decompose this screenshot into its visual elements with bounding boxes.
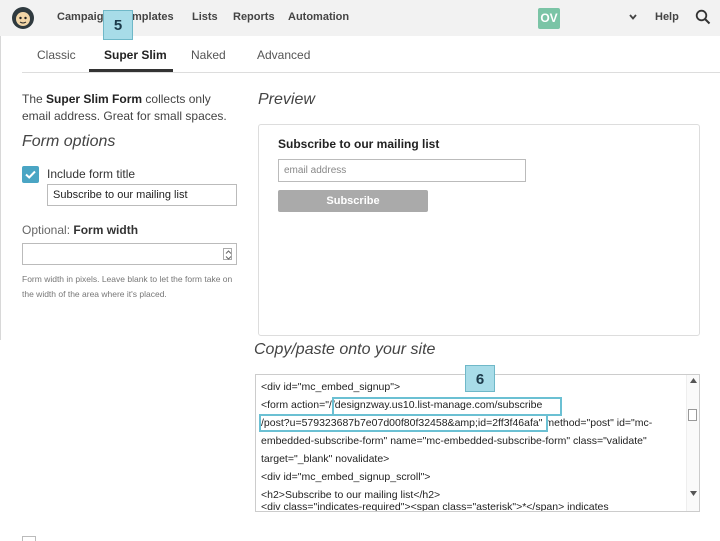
step-badge-6: 6 bbox=[465, 365, 495, 392]
preview-form-title: Subscribe to our mailing list bbox=[278, 137, 440, 151]
embed-code-textarea[interactable]: <div id="mc_embed_signup"> <form action=… bbox=[255, 374, 700, 512]
search-icon[interactable] bbox=[695, 9, 711, 25]
chevron-down-icon[interactable] bbox=[628, 12, 638, 22]
form-description: The Super Slim Form collects only email … bbox=[22, 91, 242, 125]
include-title-label: Include form title bbox=[47, 167, 136, 181]
form-width-help-text: Form width in pixels. Leave blank to let… bbox=[22, 274, 233, 299]
preview-panel bbox=[258, 124, 700, 336]
nav-automation[interactable]: Automation bbox=[288, 11, 349, 23]
tab-super-slim[interactable]: Super Slim bbox=[104, 48, 167, 62]
form-width-name: Form width bbox=[73, 223, 139, 237]
preview-heading: Preview bbox=[258, 91, 315, 108]
form-width-input[interactable] bbox=[22, 243, 237, 265]
form-type-tabs: Classic Super Slim Naked Advanced bbox=[22, 36, 720, 73]
tab-advanced[interactable]: Advanced bbox=[257, 48, 310, 62]
code-scrollbar[interactable] bbox=[686, 375, 699, 511]
preview-email-input[interactable]: email address bbox=[278, 159, 526, 182]
nav-lists[interactable]: Lists bbox=[192, 11, 218, 23]
form-width-label: Optional: Form width bbox=[22, 223, 138, 237]
code-line: <div id="mc_embed_signup"> bbox=[261, 381, 401, 393]
scroll-up-icon[interactable] bbox=[690, 378, 697, 383]
checkmark-icon bbox=[25, 170, 36, 179]
form-width-optional: Optional: bbox=[22, 223, 71, 237]
code-line: <div id="mc_embed_signup_scroll"> bbox=[261, 471, 431, 483]
code-line: <h2>Subscribe to our mailing list</h2> bbox=[261, 489, 441, 501]
step-badge-5: 5 bbox=[103, 10, 133, 40]
nav-help[interactable]: Help bbox=[655, 11, 679, 23]
active-tab-indicator bbox=[89, 69, 173, 72]
form-title-input[interactable]: Subscribe to our mailing list bbox=[47, 184, 237, 206]
form-action-url-highlight bbox=[259, 414, 548, 432]
tab-classic[interactable]: Classic bbox=[37, 48, 76, 62]
preview-subscribe-button[interactable]: Subscribe bbox=[278, 190, 428, 212]
left-border-divider bbox=[0, 36, 1, 340]
include-title-checkbox[interactable] bbox=[22, 166, 39, 183]
partial-checkbox[interactable] bbox=[22, 536, 36, 541]
description-prefix: The bbox=[22, 92, 43, 106]
tab-naked[interactable]: Naked bbox=[191, 48, 226, 62]
nav-reports[interactable]: Reports bbox=[233, 11, 275, 23]
code-line: target="_blank" novalidate> bbox=[261, 453, 390, 465]
code-line: <div class="indicates-required"><span cl… bbox=[261, 501, 609, 512]
form-options-heading: Form options bbox=[22, 133, 116, 150]
mailchimp-logo-icon[interactable] bbox=[11, 6, 35, 30]
description-form-name: Super Slim Form bbox=[46, 92, 143, 106]
code-line: embedded-subscribe-form" name="mc-embedd… bbox=[261, 435, 647, 447]
scrollbar-thumb[interactable] bbox=[688, 409, 697, 421]
scroll-down-icon[interactable] bbox=[690, 491, 697, 496]
copy-paste-heading: Copy/paste onto your site bbox=[254, 341, 436, 358]
stepper-arrows-icon bbox=[225, 250, 232, 260]
account-avatar[interactable]: OV bbox=[538, 8, 560, 29]
number-stepper[interactable] bbox=[223, 248, 232, 260]
form-title-value: Subscribe to our mailing list bbox=[53, 189, 188, 201]
